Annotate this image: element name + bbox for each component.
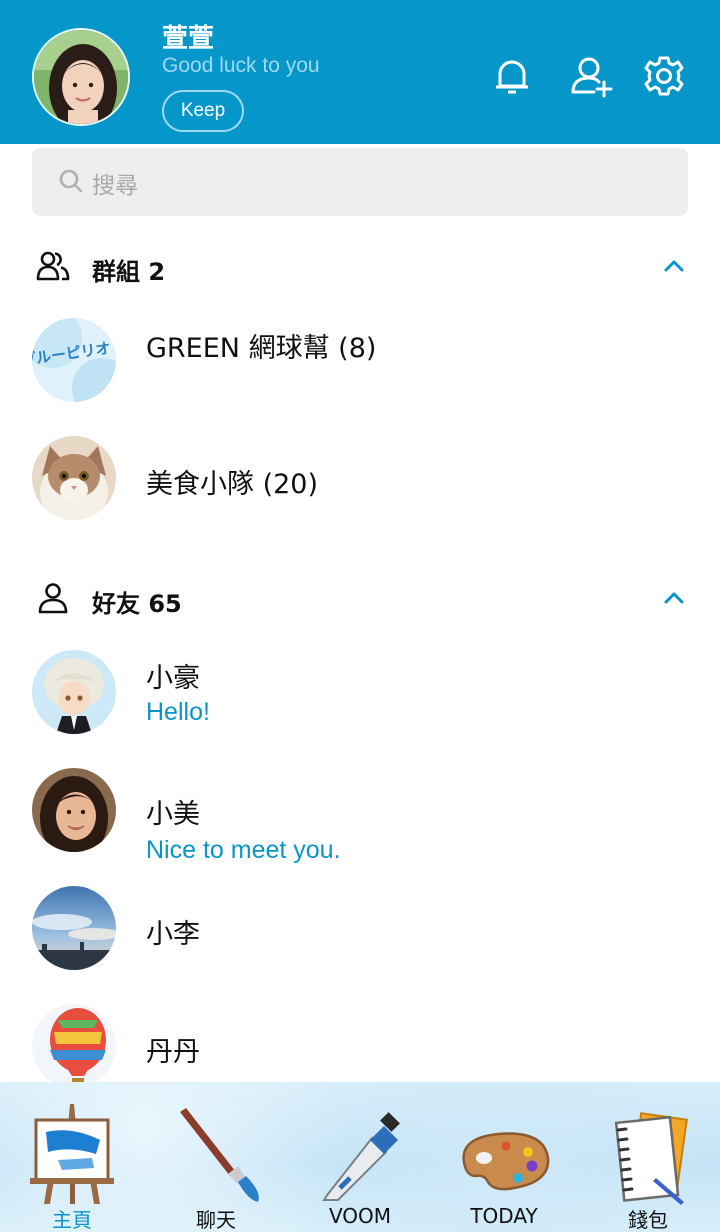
search-icon — [58, 168, 84, 194]
group-avatar: ブルーピリオド — [32, 318, 116, 402]
friend-list-item[interactable]: 小李 — [0, 874, 720, 974]
group-name: 美食小隊 (20) — [146, 469, 319, 500]
friend-avatar — [32, 886, 116, 970]
friend-avatar — [32, 768, 116, 852]
friends-section-title: 好友 65 — [92, 590, 182, 618]
sketchbook-icon — [598, 1096, 698, 1206]
paintbrush-icon — [166, 1096, 266, 1206]
bell-icon[interactable] — [490, 54, 534, 98]
paint-tube-icon — [310, 1096, 410, 1206]
profile-name: 萱萱 — [162, 24, 215, 54]
easel-canvas-icon — [22, 1096, 122, 1206]
nav-voom-tab[interactable]: VOOM — [288, 1082, 432, 1232]
nav-chats-tab[interactable]: 聊天 — [144, 1082, 288, 1232]
friend-name: 小豪 — [146, 663, 200, 694]
profile-status-message[interactable]: Good luck to you — [162, 54, 320, 78]
friend-avatar — [32, 650, 116, 734]
chevron-up-icon[interactable] — [662, 254, 686, 278]
group-list-item[interactable]: 美食小隊 (20) — [0, 424, 720, 524]
settings-gear-icon[interactable] — [642, 54, 686, 98]
friend-status-message: Nice to meet you. — [146, 836, 341, 864]
keep-button[interactable]: Keep — [162, 90, 244, 132]
profile-header: 萱萱 Good luck to you Keep — [0, 0, 720, 144]
nav-today-label: TODAY — [470, 1204, 538, 1228]
group-list-item[interactable]: ブルーピリオド GREEN 網球幫 (8) — [0, 306, 720, 406]
group-name: GREEN 網球幫 (8) — [146, 333, 377, 364]
group-avatar — [32, 436, 116, 520]
nav-chats-label: 聊天 — [196, 1208, 236, 1232]
friend-list-item[interactable]: 小豪 Hello! — [0, 640, 720, 740]
nav-wallet-label: 錢包 — [628, 1208, 668, 1232]
friend-name: 丹丹 — [146, 1037, 200, 1068]
nav-wallet-tab[interactable]: 錢包 — [576, 1082, 720, 1232]
bottom-navigation-bar: 主頁 聊天 VOOM TODAY 錢包 — [0, 1082, 720, 1232]
nav-voom-label: VOOM — [328, 1204, 392, 1228]
group-icon — [36, 250, 70, 282]
groups-section-title: 群組 2 — [92, 258, 166, 286]
friend-status-message: Hello! — [146, 698, 210, 726]
palette-icon — [454, 1096, 554, 1206]
friend-avatar — [32, 1004, 116, 1088]
nav-today-tab[interactable]: TODAY — [432, 1082, 576, 1232]
friend-icon — [36, 582, 70, 614]
nav-home-tab[interactable]: 主頁 — [0, 1082, 144, 1232]
friend-name: 小美 — [146, 799, 200, 830]
search-placeholder: 搜尋 — [92, 173, 138, 199]
chevron-up-icon[interactable] — [662, 586, 686, 610]
nav-home-label: 主頁 — [52, 1208, 92, 1232]
groups-section-header[interactable]: 群組 2 — [36, 246, 696, 286]
friend-name: 小李 — [146, 919, 200, 950]
add-friend-icon[interactable] — [570, 54, 614, 98]
friend-list-item[interactable]: 小美 Nice to meet you. — [0, 756, 720, 864]
friend-list-item[interactable]: 丹丹 — [0, 992, 720, 1092]
profile-avatar[interactable] — [32, 28, 130, 126]
friends-section-header[interactable]: 好友 65 — [36, 578, 696, 618]
